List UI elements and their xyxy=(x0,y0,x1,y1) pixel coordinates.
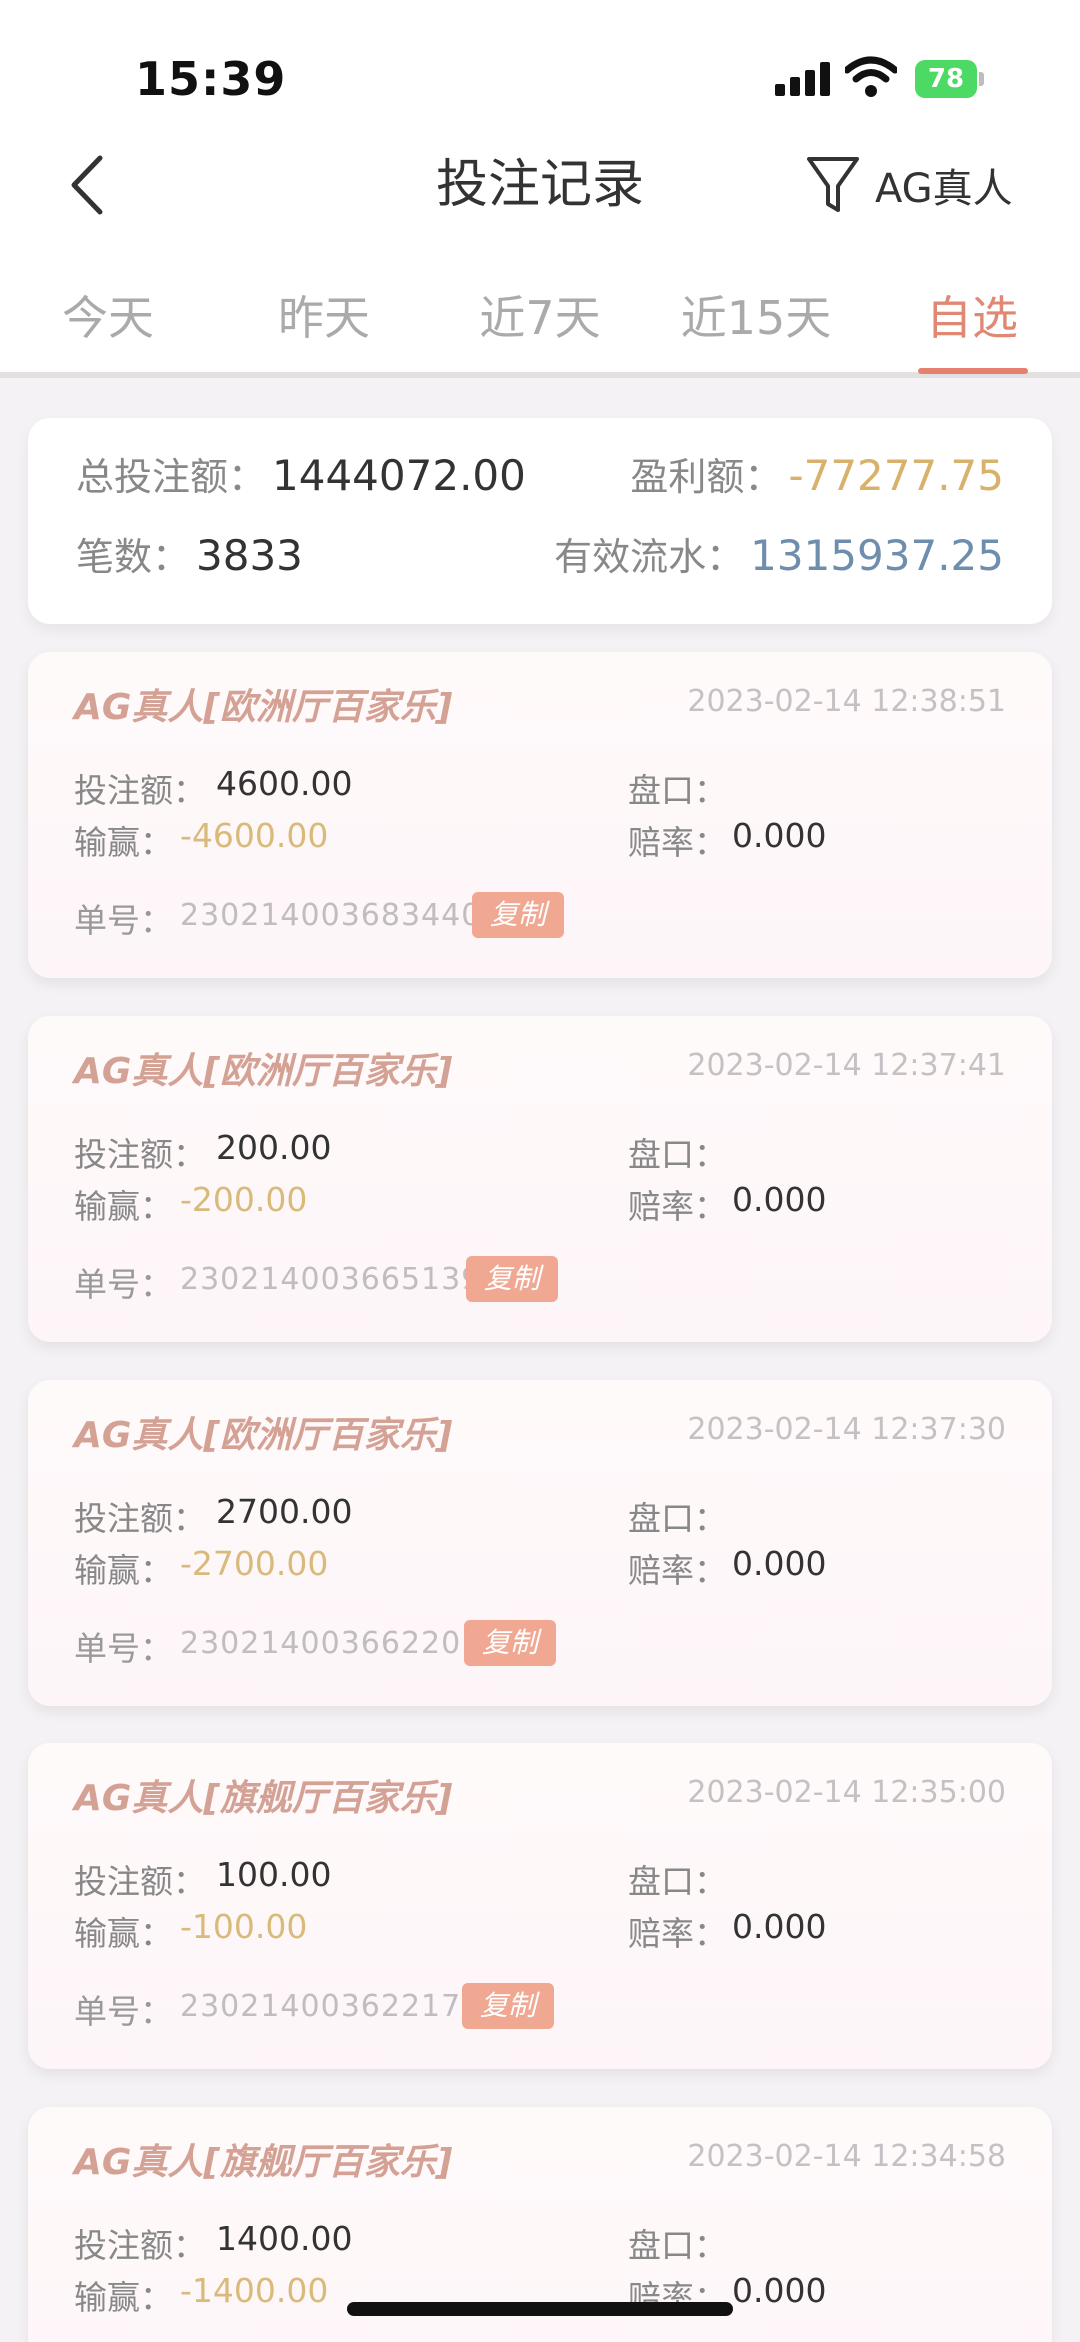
status-time: 15:39 xyxy=(135,52,287,106)
copy-button[interactable]: 复制 xyxy=(472,892,564,938)
win-loss-value: -4600.00 xyxy=(180,816,329,855)
bet-time: 2023-02-14 12:35:00 xyxy=(687,1775,1006,1810)
wifi-icon xyxy=(845,56,897,97)
tab-15-days[interactable]: 近15天 xyxy=(648,282,864,348)
summary-card: 总投注额： 1444072.00 盈利额： -77277.75 笔数： 3833 有效… xyxy=(28,418,1052,624)
bet-amount-label: 投注额： xyxy=(74,2226,206,2265)
win-loss-value: -1400.00 xyxy=(180,2271,329,2310)
bet-amount-label: 投注额： xyxy=(74,771,206,810)
copy-button[interactable]: 复制 xyxy=(466,1256,558,1302)
win-loss-label: 输赢： xyxy=(74,1187,173,1226)
order-label: 单号： xyxy=(74,1265,173,1304)
win-loss-value: -2700.00 xyxy=(180,1544,329,1583)
odds-value: 0.000 xyxy=(732,2271,827,2310)
odds-label: 赔率： xyxy=(628,1914,727,1953)
filter-button[interactable]: AG真人 xyxy=(805,150,1013,220)
win-loss-value: -200.00 xyxy=(180,1180,308,1219)
order-number: 230214003622170 xyxy=(180,1989,482,2024)
bet-record-card[interactable]: AG真人[欧洲厅百家乐] 2023-02-14 12:37:41 投注额： 20… xyxy=(28,1016,1052,1342)
bet-time: 2023-02-14 12:37:41 xyxy=(687,1048,1006,1083)
bet-game-title: AG真人[旗舰厅百家乐] xyxy=(74,2142,453,2183)
win-loss-label: 输赢： xyxy=(74,823,173,862)
market-label: 盘口： xyxy=(628,1135,727,1174)
bet-amount-label: 投注额： xyxy=(74,1499,206,1538)
market-label: 盘口： xyxy=(628,2226,727,2265)
order-label: 单号： xyxy=(74,901,173,940)
home-indicator xyxy=(347,2302,733,2316)
market-label: 盘口： xyxy=(628,1499,727,1538)
bet-amount-value: 100.00 xyxy=(216,1855,332,1894)
tab-indicator xyxy=(918,368,1028,374)
status-bar: 15:39 78 xyxy=(0,0,1080,150)
win-loss-value: -100.00 xyxy=(180,1907,308,1946)
tab-today[interactable]: 今天 xyxy=(0,282,216,348)
bet-amount-value: 4600.00 xyxy=(216,764,353,803)
win-loss-label: 输赢： xyxy=(74,1551,173,1590)
odds-value: 0.000 xyxy=(732,1180,827,1219)
bet-amount-label: 投注额： xyxy=(74,1862,206,1901)
count-value: 3833 xyxy=(196,531,303,580)
odds-label: 赔率： xyxy=(628,1187,727,1226)
battery-icon: 78 xyxy=(915,60,985,98)
copy-button[interactable]: 复制 xyxy=(462,1983,554,2029)
tab-7-days[interactable]: 近7天 xyxy=(432,282,648,348)
battery-level: 78 xyxy=(915,60,977,98)
total-bet: 总投注额： 1444072.00 xyxy=(76,446,526,501)
profit-label: 盈利额： xyxy=(630,455,783,499)
bet-game-title: AG真人[旗舰厅百家乐] xyxy=(74,1778,453,1819)
bet-time: 2023-02-14 12:34:58 xyxy=(687,2139,1006,2174)
total-bet-value: 1444072.00 xyxy=(272,451,526,500)
filter-label: AG真人 xyxy=(875,166,1013,212)
order-number: 230214003662201 xyxy=(180,1626,482,1661)
count-label: 笔数： xyxy=(76,535,191,579)
bet-amount-value: 2700.00 xyxy=(216,1492,353,1531)
win-loss-label: 输赢： xyxy=(74,2278,173,2317)
copy-button[interactable]: 复制 xyxy=(464,1620,556,1666)
market-label: 盘口： xyxy=(628,1862,727,1901)
total-bet-label: 总投注额： xyxy=(76,455,267,499)
order-number: 230214003683440 xyxy=(180,898,482,933)
win-loss-label: 输赢： xyxy=(74,1914,173,1953)
bet-record-card[interactable]: AG真人[欧洲厅百家乐] 2023-02-14 12:37:30 投注额： 27… xyxy=(28,1380,1052,1706)
valid-turnover: 有效流水： 1315937.25 xyxy=(554,526,1004,581)
tab-yesterday[interactable]: 昨天 xyxy=(216,282,432,348)
signal-icon xyxy=(775,62,831,96)
odds-value: 0.000 xyxy=(732,1544,827,1583)
count: 笔数： 3833 xyxy=(76,526,303,581)
filter-icon xyxy=(807,157,859,212)
odds-label: 赔率： xyxy=(628,823,727,862)
order-label: 单号： xyxy=(74,1629,173,1668)
bet-amount-value: 1400.00 xyxy=(216,2219,353,2258)
bet-record-card[interactable]: AG真人[旗舰厅百家乐] 2023-02-14 12:35:00 投注额： 10… xyxy=(28,1743,1052,2069)
bet-game-title: AG真人[欧洲厅百家乐] xyxy=(74,1051,453,1092)
bet-game-title: AG真人[欧洲厅百家乐] xyxy=(74,687,453,728)
profit: 盈利额： -77277.75 xyxy=(630,446,1004,501)
date-tabs: 今天 昨天 近7天 近15天 自选 xyxy=(0,260,1080,378)
order-number: 230214003665139 xyxy=(180,1262,482,1297)
bet-game-title: AG真人[欧洲厅百家乐] xyxy=(74,1415,453,1456)
profit-value: -77277.75 xyxy=(788,451,1004,500)
bet-time: 2023-02-14 12:37:30 xyxy=(687,1412,1006,1447)
bet-amount-value: 200.00 xyxy=(216,1128,332,1167)
valid-label: 有效流水： xyxy=(554,535,745,579)
odds-value: 0.000 xyxy=(732,816,827,855)
valid-value: 1315937.25 xyxy=(750,531,1004,580)
bet-record-card[interactable]: AG真人[欧洲厅百家乐] 2023-02-14 12:38:51 投注额： 46… xyxy=(28,652,1052,978)
order-label: 单号： xyxy=(74,1992,173,2031)
bet-time: 2023-02-14 12:38:51 xyxy=(687,684,1006,719)
screen: 15:39 78 投注记录 AG真人 今天 昨天 近7天 近15天 自选 总投注… xyxy=(0,0,1080,2342)
odds-label: 赔率： xyxy=(628,1551,727,1590)
market-label: 盘口： xyxy=(628,771,727,810)
bet-amount-label: 投注额： xyxy=(74,1135,206,1174)
odds-value: 0.000 xyxy=(732,1907,827,1946)
tab-custom[interactable]: 自选 xyxy=(864,282,1080,348)
